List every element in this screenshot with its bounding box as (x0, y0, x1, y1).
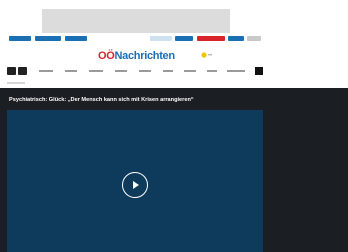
site-header: OÖ Nachrichten (0, 0, 348, 88)
nav-item-4[interactable] (115, 70, 127, 72)
nav-item-2[interactable] (65, 70, 77, 72)
ad-banner[interactable] (42, 9, 230, 33)
logo-name: Nachrichten (114, 50, 176, 62)
search-icon[interactable] (255, 67, 263, 75)
nav-item-1[interactable] (39, 70, 53, 72)
article-headline: Psychiatrisch: Glück: „Der Mensch kann s… (9, 97, 194, 103)
nav-item-9[interactable] (227, 70, 245, 72)
nav-item-5[interactable] (139, 70, 151, 72)
sun-icon (201, 52, 212, 58)
home-link[interactable] (18, 67, 27, 75)
menu-toggle[interactable] (7, 67, 16, 75)
top-link-2[interactable] (35, 36, 61, 41)
nav-item-7[interactable] (184, 70, 196, 72)
browser-viewport: OÖ Nachrichten Psychiatrisch: Glück: „De… (0, 0, 348, 252)
top-link-1[interactable] (9, 36, 31, 41)
top-link-4[interactable] (150, 36, 172, 41)
top-link-3[interactable] (65, 36, 87, 41)
top-link-menu[interactable] (247, 36, 261, 41)
nav-item-3[interactable] (89, 70, 103, 72)
nav-item-8[interactable] (207, 70, 217, 72)
logo-prefix: OÖ (98, 50, 115, 62)
breadcrumb (7, 82, 25, 84)
main-navigation (7, 67, 263, 75)
nav-item-6[interactable] (163, 70, 173, 72)
top-link-5[interactable] (175, 36, 193, 41)
top-link-login[interactable] (228, 36, 244, 41)
play-icon (133, 181, 139, 189)
sidebar-dark (268, 110, 348, 252)
top-link-subscribe[interactable] (197, 36, 225, 41)
play-button[interactable] (122, 172, 148, 198)
site-logo[interactable]: OÖ Nachrichten (98, 48, 175, 64)
